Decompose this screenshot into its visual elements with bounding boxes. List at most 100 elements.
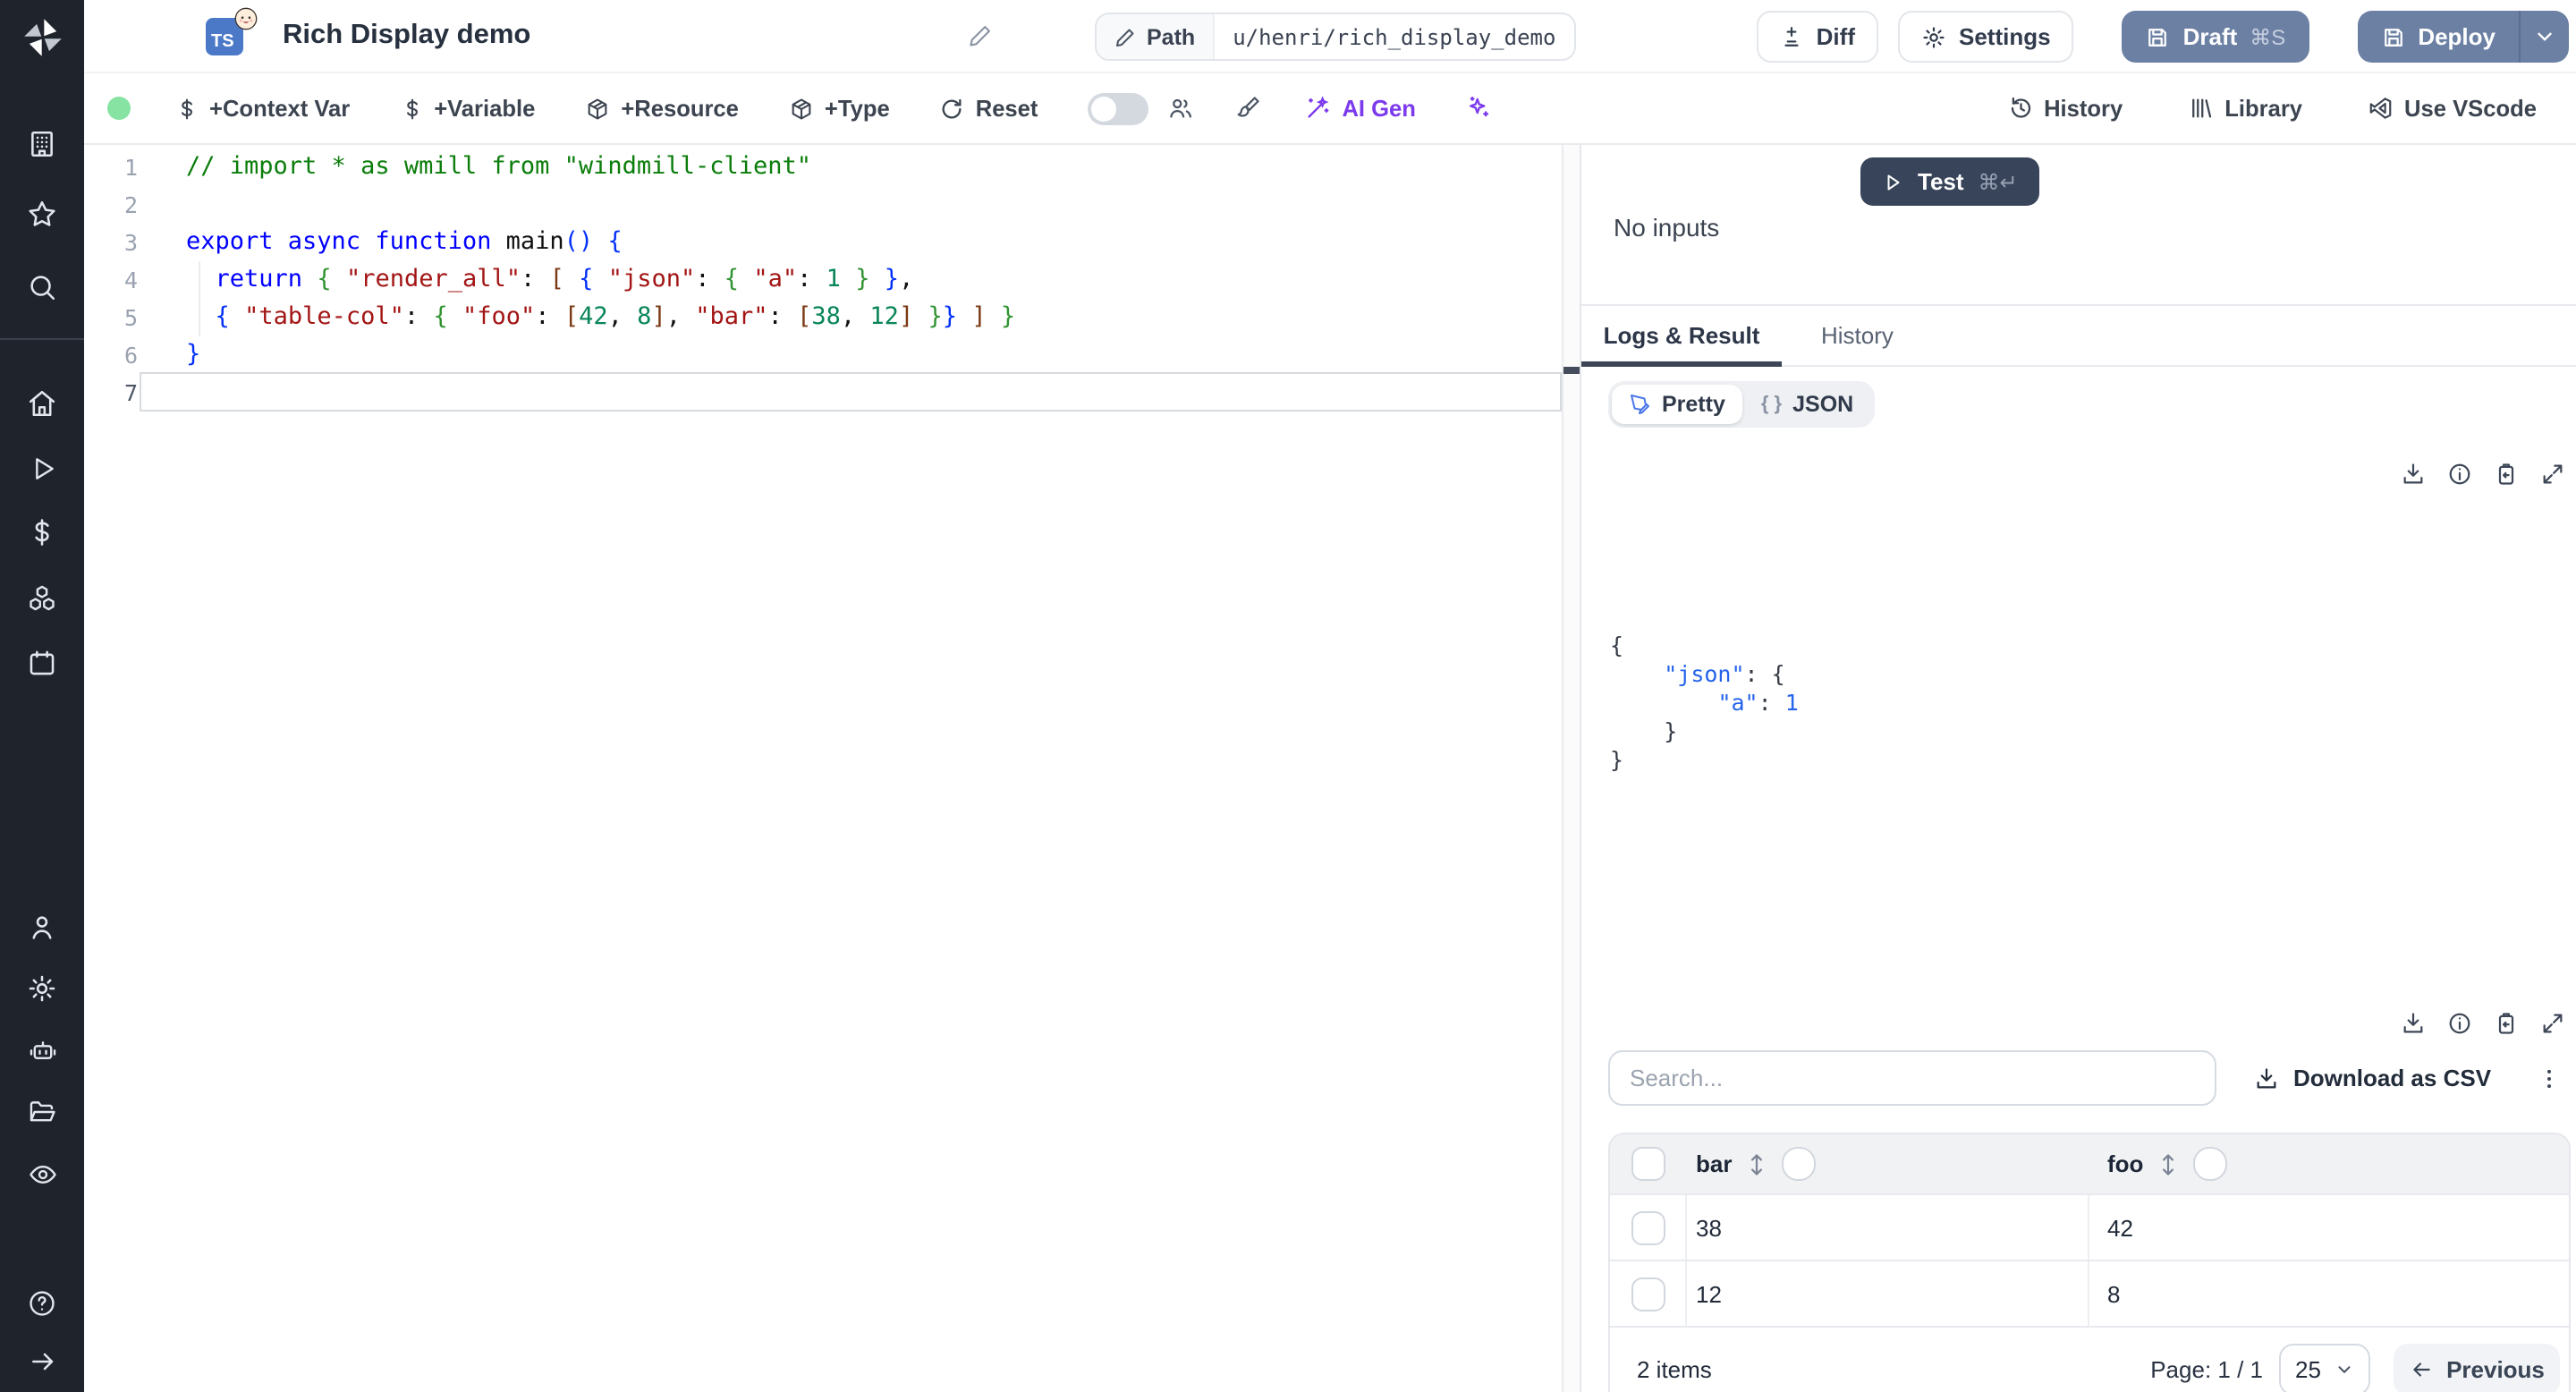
lsp-status-dot: [107, 97, 131, 120]
multiplayer-users-icon: [1166, 95, 1195, 122]
help-icon[interactable]: [0, 1288, 84, 1319]
reset-icon: [943, 98, 962, 118]
result-actions-top: [2401, 462, 2565, 487]
variables-dollar-icon[interactable]: [0, 517, 84, 547]
edit-summary-pencil-icon[interactable]: [968, 23, 993, 48]
script-history-button[interactable]: History: [2006, 95, 2123, 122]
expand-icon[interactable]: [2540, 462, 2565, 487]
column-header-bar[interactable]: bar: [1696, 1150, 1732, 1177]
users-person-icon[interactable]: [0, 912, 84, 943]
code-lines: 1// import * as wmill from "windmill-cli…: [84, 149, 1562, 412]
favorites-star-icon[interactable]: [0, 199, 84, 229]
resources-boxes-icon[interactable]: [0, 583, 84, 614]
diff-button[interactable]: Diff: [1757, 11, 1878, 63]
copy-clipboard-icon[interactable]: [2494, 1011, 2519, 1036]
use-vscode-button[interactable]: Use VScode: [2367, 95, 2537, 122]
code-line[interactable]: 5 { "table-col": { "foo": [42, 8], "bar"…: [84, 299, 1562, 336]
tab-history[interactable]: History: [1796, 306, 1919, 365]
dollar-icon: [182, 98, 192, 119]
deploy-button[interactable]: Deploy: [2357, 11, 2569, 63]
path-value: u/henri/rich_display_demo: [1233, 24, 1556, 49]
settings-gear-icon[interactable]: [0, 973, 84, 1004]
add-context-var-button[interactable]: +Context Var: [175, 95, 350, 122]
table-row[interactable]: 38 42: [1610, 1193, 2569, 1260]
select-all-checkbox[interactable]: [1631, 1147, 1665, 1181]
download-icon[interactable]: [2401, 462, 2426, 487]
path-label: Path: [1147, 24, 1196, 49]
table-menu-kebab-icon[interactable]: [2537, 1050, 2562, 1106]
package-icon: [588, 98, 607, 119]
ai-gen-button[interactable]: AI Gen: [1304, 95, 1416, 122]
table-search-input[interactable]: [1608, 1050, 2216, 1106]
code-line[interactable]: 3 export async function main() {: [84, 224, 1562, 261]
home-icon[interactable]: [0, 388, 84, 419]
format-brush-icon[interactable]: [1234, 95, 1261, 122]
workspace-icon[interactable]: [0, 129, 84, 159]
sort-icon[interactable]: [1748, 1151, 1766, 1176]
draft-shortcut: ⌘S: [2250, 24, 2286, 49]
runs-play-icon[interactable]: [0, 454, 84, 483]
cell-bar: 12: [1687, 1261, 2089, 1326]
add-variable-button[interactable]: +Variable: [400, 95, 535, 122]
tab-logs-result[interactable]: Logs & Result: [1581, 306, 1782, 365]
folders-icon[interactable]: [0, 1097, 84, 1127]
previous-page-button[interactable]: Previous: [2394, 1343, 2560, 1392]
multiplayer-toggle[interactable]: [1088, 92, 1149, 124]
table-row[interactable]: 12 8: [1610, 1260, 2569, 1326]
code-line[interactable]: 6}: [84, 336, 1562, 374]
cell-foo: 8: [2107, 1280, 2121, 1307]
download-csv-button[interactable]: Download as CSV: [2254, 1050, 2491, 1106]
windmill-logo[interactable]: [0, 14, 84, 61]
json-toggle[interactable]: { } JSON: [1743, 385, 1871, 424]
copy-clipboard-icon[interactable]: [2494, 462, 2519, 487]
info-icon[interactable]: [2447, 462, 2472, 487]
audit-eye-icon[interactable]: [0, 1159, 84, 1190]
settings-button[interactable]: Settings: [1898, 11, 2074, 63]
search-icon[interactable]: [0, 272, 84, 302]
schedules-calendar-icon[interactable]: [0, 648, 84, 678]
code-line[interactable]: 1// import * as wmill from "windmill-cli…: [84, 149, 1562, 186]
column-toggle-foo[interactable]: [2193, 1147, 2228, 1181]
add-type-button[interactable]: +Type: [789, 95, 890, 122]
expand-sidebar-arrow-icon[interactable]: [0, 1347, 84, 1376]
sparkles-icon[interactable]: [1466, 95, 1493, 122]
info-icon[interactable]: [2447, 1011, 2472, 1036]
panel-splitter[interactable]: [1562, 145, 1581, 1392]
page-indicator: Page: 1 / 1: [2150, 1355, 2263, 1382]
column-toggle-bar[interactable]: [1782, 1147, 1817, 1181]
reset-button[interactable]: Reset: [940, 95, 1038, 122]
test-button[interactable]: Test ⌘↵: [1860, 157, 2039, 206]
play-icon: [1887, 174, 1900, 190]
result-view-toggle: Pretty { } JSON: [1608, 381, 1876, 428]
path-button[interactable]: Path u/henri/rich_display_demo: [1095, 13, 1576, 61]
deploy-dropdown-chevron[interactable]: [2519, 11, 2569, 63]
library-button[interactable]: Library: [2187, 95, 2302, 122]
sidebar: [0, 0, 84, 1392]
right-panel: Test ⌘↵ No inputs Logs & Result History: [1581, 145, 2576, 1392]
pretty-toggle[interactable]: Pretty: [1612, 385, 1743, 424]
path-pencil-icon: [1116, 28, 1134, 46]
table-footer: 2 items Page: 1 / 1 25 Previous: [1610, 1326, 2569, 1392]
sort-icon[interactable]: [2159, 1151, 2177, 1176]
column-header-foo[interactable]: foo: [2107, 1150, 2143, 1177]
logs-result-body: Pretty { } JSON {"json": {"a": 1}} S…: [1581, 367, 2576, 1392]
code-editor[interactable]: 1// import * as wmill from "windmill-cli…: [84, 145, 1562, 1392]
result-json-viewer: { "json": { "a": 1 } }: [1610, 632, 1799, 773]
add-resource-button[interactable]: +Resource: [585, 95, 739, 122]
code-line[interactable]: 7: [84, 374, 1562, 412]
row-checkbox[interactable]: [1631, 1210, 1665, 1244]
download-icon[interactable]: [2401, 1011, 2426, 1036]
draft-button[interactable]: Draft ⌘S: [2122, 11, 2309, 63]
code-line[interactable]: 2: [84, 186, 1562, 224]
expand-icon[interactable]: [2540, 1011, 2565, 1036]
chevron-down-icon: [2538, 32, 2552, 41]
workers-robot-icon[interactable]: [0, 1036, 84, 1066]
per-page-select[interactable]: 25: [2279, 1343, 2370, 1392]
code-line[interactable]: 4 return { "render_all": [ { "json": { "…: [84, 261, 1562, 299]
test-shortcut: ⌘↵: [1978, 169, 2018, 194]
save-icon: [2148, 28, 2167, 46]
row-checkbox[interactable]: [1631, 1277, 1665, 1311]
result-actions-table: [2401, 1011, 2565, 1036]
table-body: 38 42 12 8: [1610, 1193, 2569, 1326]
splitter-handle[interactable]: [1563, 367, 1580, 374]
